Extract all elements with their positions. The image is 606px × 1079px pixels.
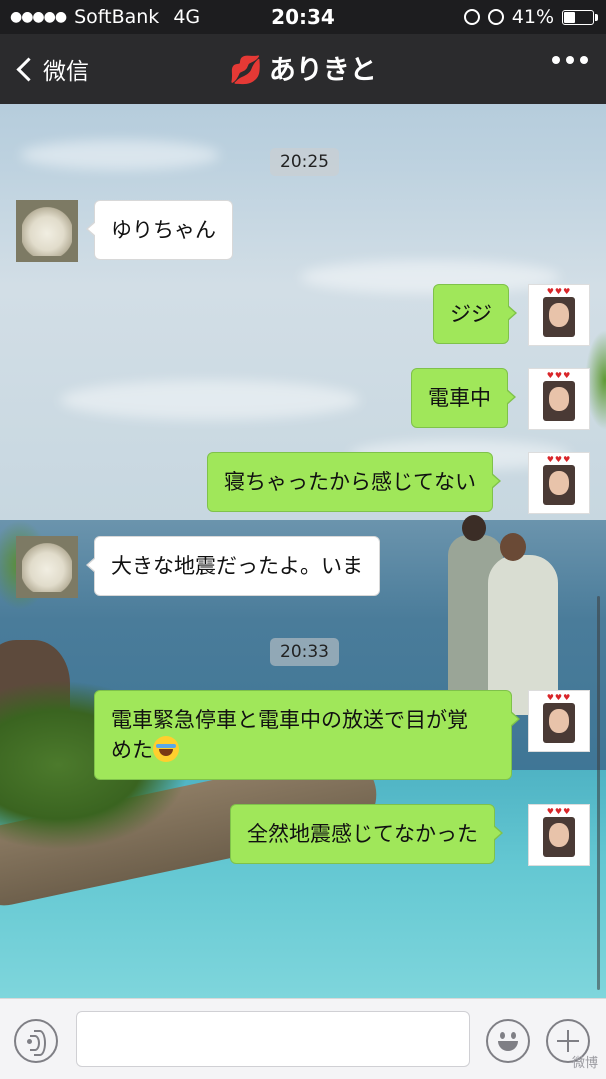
tears-of-joy-emoji-icon bbox=[153, 736, 179, 762]
rotation-lock-icon bbox=[463, 9, 480, 25]
lips-icon: 💋 bbox=[229, 55, 263, 86]
self-avatar[interactable]: ♥♥♥ bbox=[528, 368, 590, 430]
status-bar: ●●●●● SoftBank 4G 20:34 41% bbox=[0, 0, 606, 34]
more-dot-icon bbox=[580, 56, 588, 64]
more-options-button[interactable] bbox=[552, 56, 588, 64]
message-text-line: 電車緊急停車と電車中の放送で目が覚 bbox=[111, 708, 468, 732]
watermark: 微博 bbox=[571, 1056, 598, 1071]
more-dot-icon bbox=[552, 56, 560, 64]
battery-icon bbox=[562, 9, 598, 25]
self-avatar[interactable]: ♥♥♥ bbox=[528, 804, 590, 866]
emoji-button[interactable] bbox=[486, 1019, 530, 1063]
chat-title-text: ありきと bbox=[268, 55, 377, 86]
alarm-clock-icon bbox=[487, 9, 504, 25]
message-text: 寝ちゃったから感じてない bbox=[224, 470, 476, 494]
message-text: ジジ bbox=[450, 302, 492, 326]
flower-avatar-image bbox=[22, 542, 72, 592]
outgoing-message-bubble[interactable]: 全然地震感じてなかった bbox=[230, 804, 503, 864]
message-text: 全然地震感じてなかった bbox=[247, 822, 478, 846]
contact-avatar[interactable] bbox=[16, 200, 78, 262]
self-avatar[interactable]: ♥♥♥ bbox=[528, 284, 590, 346]
timestamp-badge: 20:25 bbox=[270, 148, 339, 176]
outgoing-message-bubble[interactable]: 寝ちゃったから感じてない bbox=[207, 452, 501, 512]
self-avatar[interactable]: ♥♥♥ bbox=[528, 690, 590, 752]
voice-input-button[interactable] bbox=[14, 1019, 58, 1063]
battery-level-fill bbox=[564, 11, 575, 23]
flower-avatar-image bbox=[22, 206, 72, 256]
message-text-line: めた bbox=[111, 738, 153, 762]
scrollbar[interactable] bbox=[597, 596, 600, 990]
timestamp-badge: 20:33 bbox=[270, 638, 339, 666]
outgoing-message-bubble[interactable]: 電車緊急停車と電車中の放送で目が覚 めた bbox=[94, 690, 520, 780]
battery-percent: 41% bbox=[511, 6, 554, 28]
smiley-icon bbox=[500, 1032, 505, 1039]
self-avatar[interactable]: ♥♥♥ bbox=[528, 452, 590, 514]
incoming-message-bubble[interactable]: ゆりちゃん bbox=[86, 200, 233, 260]
contact-avatar[interactable] bbox=[16, 536, 78, 598]
message-text: ゆりちゃん bbox=[111, 218, 216, 242]
message-input[interactable] bbox=[76, 1011, 470, 1067]
more-dot-icon bbox=[566, 56, 574, 64]
outgoing-message-bubble[interactable]: ジジ bbox=[433, 284, 517, 344]
input-bar bbox=[0, 998, 606, 1079]
incoming-message-bubble[interactable]: 大きな地震だったよ。いま bbox=[86, 536, 380, 596]
chat-title: 💋 ありきと bbox=[0, 48, 606, 87]
message-text: 電車中 bbox=[428, 386, 491, 410]
chat-header: 微信 💋 ありきと bbox=[0, 34, 606, 104]
message-text: 大きな地震だったよ。いま bbox=[111, 554, 363, 578]
outgoing-message-bubble[interactable]: 電車中 bbox=[411, 368, 516, 428]
